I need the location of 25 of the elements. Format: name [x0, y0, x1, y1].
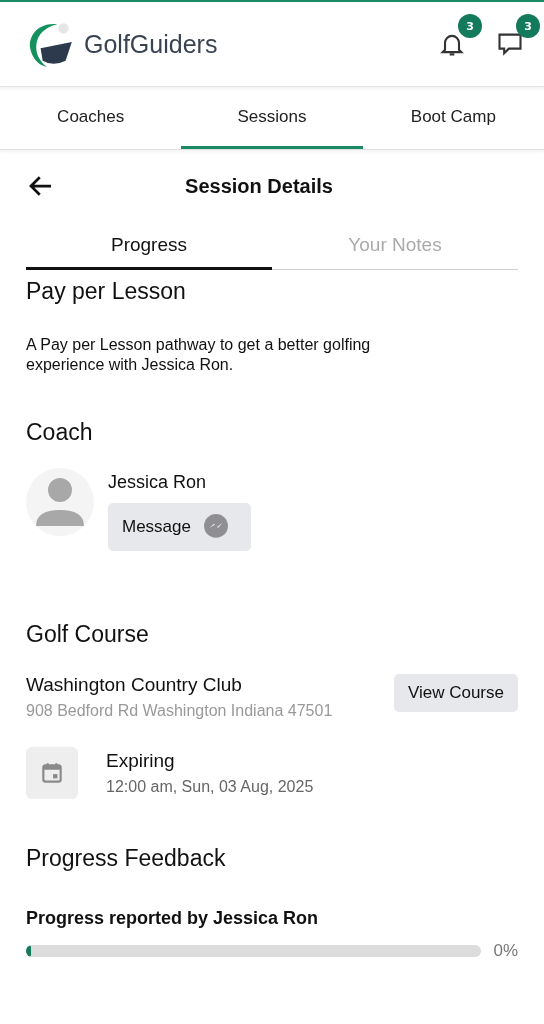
- progress-reporter: Progress reported by Jessica Ron: [26, 908, 320, 929]
- expiry-date: 12:00 am, Sun, 03 Aug, 2025: [106, 778, 314, 796]
- coach-name: Jessica Ron: [108, 472, 207, 493]
- section-heading: Coach: [26, 419, 94, 446]
- message-count: 3: [516, 14, 540, 38]
- nav-tab[interactable]: Boot Camp: [362, 87, 544, 149]
- nav-tab[interactable]: Sessions: [181, 87, 363, 149]
- expiry-label: Expiring: [106, 750, 176, 772]
- course-name: Washington Country Club: [26, 674, 243, 696]
- lesson-description: A Pay per Lesson pathway to get a better golfing experience with Jessica Ron.: [26, 335, 372, 375]
- course-address: 908 Bedford Rd Washington Indiana 47501: [26, 701, 334, 721]
- lesson-title: Pay per Lesson: [26, 278, 187, 305]
- section-tab[interactable]: Progress: [26, 222, 272, 270]
- progress-percent: 0%: [493, 941, 518, 961]
- view-course-button[interactable]: View Course: [393, 674, 518, 712]
- notification-count: 3: [458, 14, 482, 38]
- nav-tab[interactable]: Coaches: [0, 87, 182, 149]
- section-heading: Progress Feedback: [26, 845, 227, 872]
- message-button[interactable]: Message: [108, 503, 251, 551]
- messenger-icon: [203, 514, 229, 540]
- page-title: Session Details: [184, 174, 334, 198]
- app-name: GolfGuiders: [84, 29, 218, 59]
- calendar-icon: [26, 747, 78, 799]
- section-heading: Golf Course: [26, 621, 150, 648]
- avatar-icon: [26, 468, 94, 536]
